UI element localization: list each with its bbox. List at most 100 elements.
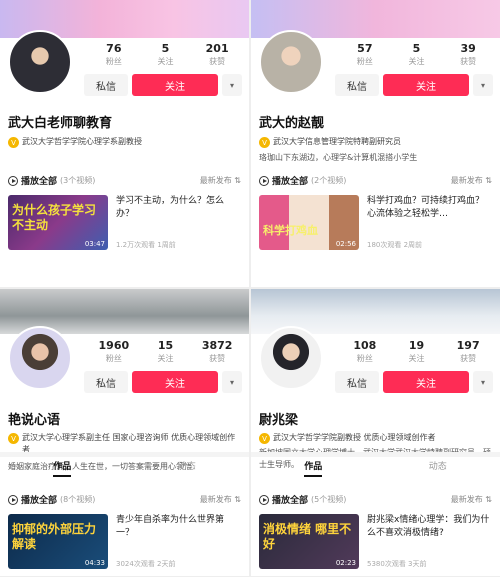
stat-value: 57 — [357, 42, 373, 55]
section-divider — [251, 452, 500, 457]
play-circle-icon[interactable] — [8, 494, 18, 505]
play-all-button[interactable]: 播放全部 — [272, 174, 308, 187]
video-item[interactable]: 为什么孩子学习不主动 03:47 学习不主动，为什么？怎么办？ 1.2万次观看 … — [8, 195, 241, 250]
message-button[interactable]: 私信 — [335, 74, 379, 96]
tab-activity[interactable]: 动态 — [376, 459, 500, 479]
chevron-down-icon[interactable]: ▾ — [222, 74, 242, 96]
action-buttons: 私信 关注 ▾ — [335, 74, 493, 96]
content-tabs: 作品 动态 — [0, 459, 249, 479]
video-item[interactable]: 消极情绪 哪里不好 02:23 尉兆梁x情绪心理学：我们为什么不喜欢消极情绪? … — [259, 514, 492, 569]
play-circle-icon[interactable] — [259, 494, 269, 505]
message-button[interactable]: 私信 — [84, 371, 128, 393]
stat-following[interactable]: 5 关注 — [391, 42, 441, 67]
profile-name: 武大的赵靓 — [259, 116, 325, 131]
stat-following[interactable]: 15 关注 — [140, 339, 190, 364]
video-count: (2个视频) — [311, 176, 347, 185]
video-title[interactable]: 青少年自杀率为什么世界第一？ — [116, 514, 241, 540]
profile-panel: 1960 粉丝 15 关注 3872 获赞 私信 关注 ▾ 艳说心语 V 武汉大学心理… — [0, 289, 249, 576]
profile-name: 武大白老师聊教育 — [8, 116, 113, 131]
thumbnail-caption: 为什么孩子学习不主动 — [12, 203, 97, 232]
profile-stats: 76 粉丝 5 关注 201 获赞 — [88, 42, 243, 67]
stat-label: 获赞 — [460, 354, 477, 363]
sort-button[interactable]: 最新发布 ⇅ — [200, 494, 241, 505]
stat-likes[interactable]: 3872 获赞 — [192, 339, 242, 364]
video-thumbnail[interactable]: 抑郁的外部压力解读 04:33 — [8, 514, 108, 569]
stat-followers[interactable]: 76 粉丝 — [89, 42, 139, 67]
tab-works[interactable]: 作品 — [251, 459, 376, 479]
message-button[interactable]: 私信 — [84, 74, 128, 96]
avatar[interactable] — [259, 326, 323, 390]
video-duration: 02:56 — [335, 240, 356, 248]
follow-button[interactable]: 关注 — [132, 74, 218, 96]
play-all-bar: 播放全部 (2个视频) 最新发布 ⇅ — [259, 174, 492, 187]
section-divider — [0, 452, 249, 457]
video-title[interactable]: 学习不主动，为什么？怎么办？ — [116, 195, 241, 221]
chevron-down-icon[interactable]: ▾ — [222, 371, 242, 393]
verification-line: V 武汉大学信息管理学院特聘副研究员 — [259, 136, 492, 148]
stat-followers[interactable]: 57 粉丝 — [340, 42, 390, 67]
verified-badge-icon: V — [259, 433, 270, 444]
sort-button[interactable]: 最新发布 ⇅ — [451, 494, 492, 505]
follow-button[interactable]: 关注 — [383, 371, 469, 393]
profile-panel: 76 粉丝 5 关注 201 获赞 私信 关注 ▾ 武大白老师聊教育 V 武汉大学哲学… — [0, 0, 249, 287]
stat-followers[interactable]: 108 粉丝 — [340, 339, 390, 364]
video-thumbnail[interactable]: 科学打鸡血 02:56 — [259, 195, 359, 250]
stat-followers[interactable]: 1960 粉丝 — [89, 339, 139, 364]
chevron-down-icon[interactable]: ▾ — [473, 74, 493, 96]
sort-button[interactable]: 最新发布 ⇅ — [200, 175, 241, 186]
message-button[interactable]: 私信 — [335, 371, 379, 393]
play-all-button[interactable]: 播放全部 — [272, 493, 308, 506]
video-thumbnail[interactable]: 为什么孩子学习不主动 03:47 — [8, 195, 108, 250]
avatar[interactable] — [259, 30, 323, 94]
stat-value: 5 — [412, 42, 421, 55]
thumbnail-caption: 消极情绪 哪里不好 — [263, 522, 352, 551]
verification-line: V 武汉大学哲学学院心理学系副教授 — [8, 136, 241, 148]
stat-following[interactable]: 19 关注 — [391, 339, 441, 364]
stat-label: 粉丝 — [105, 354, 122, 363]
play-all-button[interactable]: 播放全部 — [21, 174, 57, 187]
video-meta: 1.2万次观看 1周前 — [116, 241, 176, 249]
tab-activity[interactable]: 动态 — [125, 459, 250, 479]
sort-button[interactable]: 最新发布 ⇅ — [451, 175, 492, 186]
profile-name: 尉兆梁 — [259, 413, 299, 428]
play-all-bar: 播放全部 (8个视频) 最新发布 ⇅ — [8, 493, 241, 506]
profile-stats: 57 粉丝 5 关注 39 获赞 — [339, 42, 494, 67]
verified-badge-icon: V — [259, 137, 270, 148]
follow-button[interactable]: 关注 — [132, 371, 218, 393]
verification-line: V 武汉大学哲学学院副教授 优质心理领域创作者 — [259, 432, 492, 444]
video-title[interactable]: 科学打鸡血？可持续打鸡血？心流体验之轻松学… — [367, 195, 492, 221]
stat-label: 粉丝 — [356, 354, 373, 363]
follow-button[interactable]: 关注 — [383, 74, 469, 96]
profile-name: 艳说心语 — [8, 413, 61, 428]
content-tabs: 作品 动态 — [251, 459, 500, 479]
stat-likes[interactable]: 197 获赞 — [443, 339, 493, 364]
stat-value: 108 — [353, 339, 377, 352]
avatar[interactable] — [8, 326, 72, 390]
stat-following[interactable]: 5 关注 — [140, 42, 190, 67]
video-duration: 02:23 — [335, 559, 356, 567]
action-buttons: 私信 关注 ▾ — [84, 371, 242, 393]
video-item[interactable]: 抑郁的外部压力解读 04:33 青少年自杀率为什么世界第一？ 3024次观看 2… — [8, 514, 241, 569]
stat-value: 3872 — [201, 339, 233, 352]
video-title[interactable]: 尉兆梁x情绪心理学：我们为什么不喜欢消极情绪? — [367, 514, 492, 540]
stat-label: 关注 — [157, 354, 174, 363]
profile-stats: 1960 粉丝 15 关注 3872 获赞 — [88, 339, 243, 364]
stat-label: 粉丝 — [356, 57, 373, 66]
profile-panel: 57 粉丝 5 关注 39 获赞 私信 关注 ▾ 武大的赵靓 V 武汉大学信息管理学院… — [251, 0, 500, 287]
play-all-button[interactable]: 播放全部 — [21, 493, 57, 506]
play-circle-icon[interactable] — [8, 175, 18, 186]
stat-value: 1960 — [98, 339, 130, 352]
video-thumbnail[interactable]: 消极情绪 哪里不好 02:23 — [259, 514, 359, 569]
thumbnail-caption: 抑郁的外部压力解读 — [12, 522, 97, 551]
video-item[interactable]: 科学打鸡血 02:56 科学打鸡血？可持续打鸡血？心流体验之轻松学… 180次观… — [259, 195, 492, 250]
stat-label: 关注 — [408, 57, 425, 66]
action-buttons: 私信 关注 ▾ — [84, 74, 242, 96]
stat-value: 39 — [460, 42, 476, 55]
tab-works[interactable]: 作品 — [0, 459, 125, 479]
avatar[interactable] — [8, 30, 72, 94]
stat-likes[interactable]: 201 获赞 — [192, 42, 242, 67]
play-circle-icon[interactable] — [259, 175, 269, 186]
verification-text: 武汉大学哲学学院副教授 优质心理领域创作者 — [273, 433, 436, 442]
chevron-down-icon[interactable]: ▾ — [473, 371, 493, 393]
stat-likes[interactable]: 39 获赞 — [443, 42, 493, 67]
